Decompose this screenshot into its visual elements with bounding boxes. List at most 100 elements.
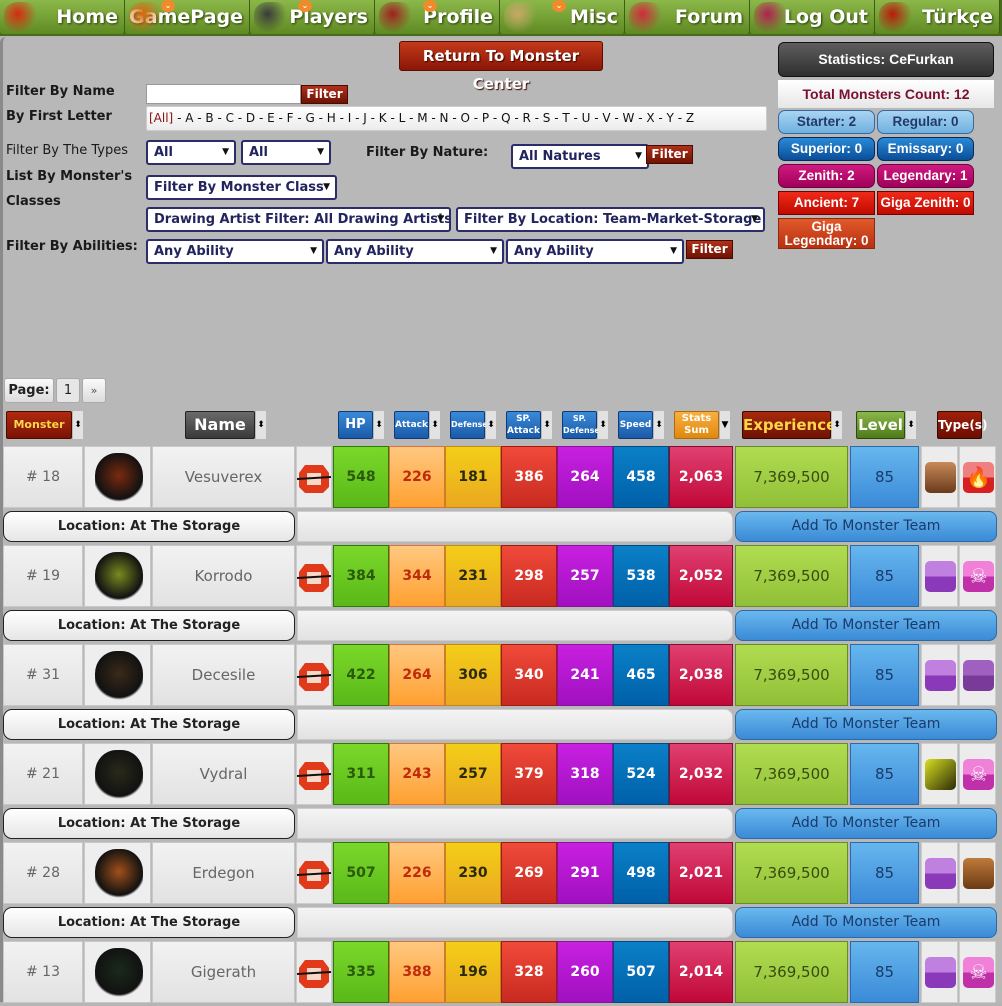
monster-name[interactable]: Gigerath [152,941,295,1003]
stat-ancient[interactable]: Ancient: 7 [778,191,875,215]
monster-portrait[interactable] [84,644,151,706]
sort-defense-icon[interactable]: ⬍ [486,411,496,439]
header-defense[interactable]: Defense [450,411,488,439]
sort-sp-defense-icon[interactable]: ⬍ [598,411,608,439]
stat-starter[interactable]: Starter: 2 [778,110,875,134]
monster-portrait[interactable] [84,842,151,904]
sort-hp-icon[interactable]: ⬍ [374,411,384,439]
type1-select[interactable]: All ▼ [146,140,236,165]
header-sp-attack[interactable]: SP. Attack [506,411,541,439]
stat-regular[interactable]: Regular: 0 [877,110,974,134]
header-sp-defense[interactable]: SP. Defense [562,411,600,439]
nav-home[interactable]: Home [0,0,125,34]
header-speed[interactable]: Speed [618,411,653,439]
stat-zenith[interactable]: Zenith: 2 [778,164,875,188]
location-badge[interactable]: Location: At The Storage [3,709,295,740]
nature-select[interactable]: All Natures ▼ [511,144,649,169]
sort-attack-icon[interactable]: ⬍ [430,411,440,439]
ability3-select[interactable]: Any Ability ▼ [506,239,684,264]
nav-türkçe[interactable]: Türkçe [875,0,1000,34]
dropdown-indicator-icon[interactable]: ⌄ [298,0,312,12]
add-to-team-button[interactable]: Add To Monster Team [735,610,997,641]
sort-level-icon[interactable]: ⬍ [906,411,916,439]
stat-giga-zenith[interactable]: Giga Zenith: 0 [877,191,974,215]
ability2-select[interactable]: Any Ability ▼ [326,239,504,264]
stat-emissary[interactable]: Emissary: 0 [877,137,974,161]
filter-name-button[interactable]: Filter [301,85,348,104]
page-number-button[interactable]: 1 [56,378,80,403]
sort-sp-attack-icon[interactable]: ⬍ [542,411,552,439]
ability1-select[interactable]: Any Ability ▼ [146,239,324,264]
header-name[interactable]: Name [185,411,255,439]
empty-slot [297,808,733,839]
nav-gamepage[interactable]: ⌄ GamePage [125,0,250,34]
stat-legendary[interactable]: Legendary: 1 [877,164,974,188]
type-cell [959,842,996,904]
letter-links[interactable]: - A - B - C - D - E - F - G - H - I - J … [177,111,694,125]
sort-id-icon[interactable]: ⬍ [73,411,83,439]
sort-speed-icon[interactable]: ⬍ [654,411,664,439]
dragon-type-icon [925,858,956,889]
location-badge[interactable]: Location: At The Storage [3,808,295,839]
stat-giga-legendary[interactable]: Giga Legendary: 0 [778,218,875,249]
nav-forum[interactable]: Forum [625,0,750,34]
stat-superior[interactable]: Superior: 0 [778,137,875,161]
monster-portrait[interactable] [84,941,151,1003]
sort-name-icon[interactable]: ⬍ [256,411,266,439]
header-stats-sum[interactable]: Stats Sum [674,411,719,439]
chevron-down-icon: ▼ [490,246,497,256]
monster-sprite-icon [879,2,913,32]
add-to-team-button[interactable]: Add To Monster Team [735,907,997,938]
filter-nature-button[interactable]: Filter [646,145,693,164]
monster-class-select[interactable]: Filter By Monster Class ▼ [146,175,337,200]
monster-portrait[interactable] [84,446,151,508]
stat-attack: 226 [389,446,445,508]
stat-speed: 538 [613,545,669,607]
add-to-team-button[interactable]: Add To Monster Team [735,709,997,740]
nav-players[interactable]: ⌄ Players [250,0,375,34]
location-badge[interactable]: Location: At The Storage [3,907,295,938]
dropdown-indicator-icon[interactable]: ⌄ [161,0,175,12]
add-to-team-button[interactable]: Add To Monster Team [735,808,997,839]
ancient-class-icon [296,644,332,706]
artist-select[interactable]: Drawing Artist Filter: All Drawing Artis… [146,207,451,232]
header-attack[interactable]: Attack [394,411,429,439]
monster-name[interactable]: Vydral [152,743,295,805]
nav-log-out[interactable]: Log Out [750,0,875,34]
stat-attack: 226 [389,842,445,904]
sort-experience-icon[interactable]: ⬍ [832,411,842,439]
location-select[interactable]: Filter By Location: Team-Market-Storage ▼ [456,207,765,232]
monster-name[interactable]: Erdegon [152,842,295,904]
first-letter-bar[interactable]: [All] - A - B - C - D - E - F - G - H - … [146,106,767,131]
header-monster-id[interactable]: Monster ID [6,411,72,457]
monster-sprite-icon [254,2,288,32]
monster-portrait[interactable] [84,743,151,805]
letter-all-link[interactable]: [All] [149,111,173,125]
dropdown-indicator-icon[interactable]: ⌄ [552,0,566,12]
filter-name-input[interactable] [146,84,301,104]
type2-select[interactable]: All ▼ [241,140,331,165]
dropdown-indicator-icon[interactable]: ⌄ [423,0,437,12]
filter-abilities-button[interactable]: Filter [686,240,733,259]
location-badge[interactable]: Location: At The Storage [3,610,295,641]
header-types[interactable]: Type(s) [937,411,987,439]
next-page-button[interactable]: » [82,378,106,403]
header-hp[interactable]: HP [338,411,373,439]
sort-stats-sum-icon[interactable]: ▼ [720,411,730,439]
stat-sum: 2,014 [669,941,733,1003]
location-badge[interactable]: Location: At The Storage [3,511,295,542]
add-to-team-button[interactable]: Add To Monster Team [735,511,997,542]
monster-portrait[interactable] [84,545,151,607]
nav-misc[interactable]: ⌄ Misc [500,0,625,34]
monster-name[interactable]: Decesile [152,644,295,706]
ancient-class-icon [296,545,332,607]
header-level[interactable]: Level [856,411,905,439]
nav-profile[interactable]: ⌄ Profile [375,0,500,34]
monster-class-value: Filter By Monster Class [154,180,324,195]
monster-name[interactable]: Korrodo [152,545,295,607]
header-experience[interactable]: Experience [742,411,836,439]
return-to-monster-center-button[interactable]: Return To Monster Center [399,41,603,93]
monster-name[interactable]: Vesuverex [152,446,295,508]
ability2-value: Any Ability [334,244,414,259]
stat-exp: 7,369,500 [735,644,848,706]
